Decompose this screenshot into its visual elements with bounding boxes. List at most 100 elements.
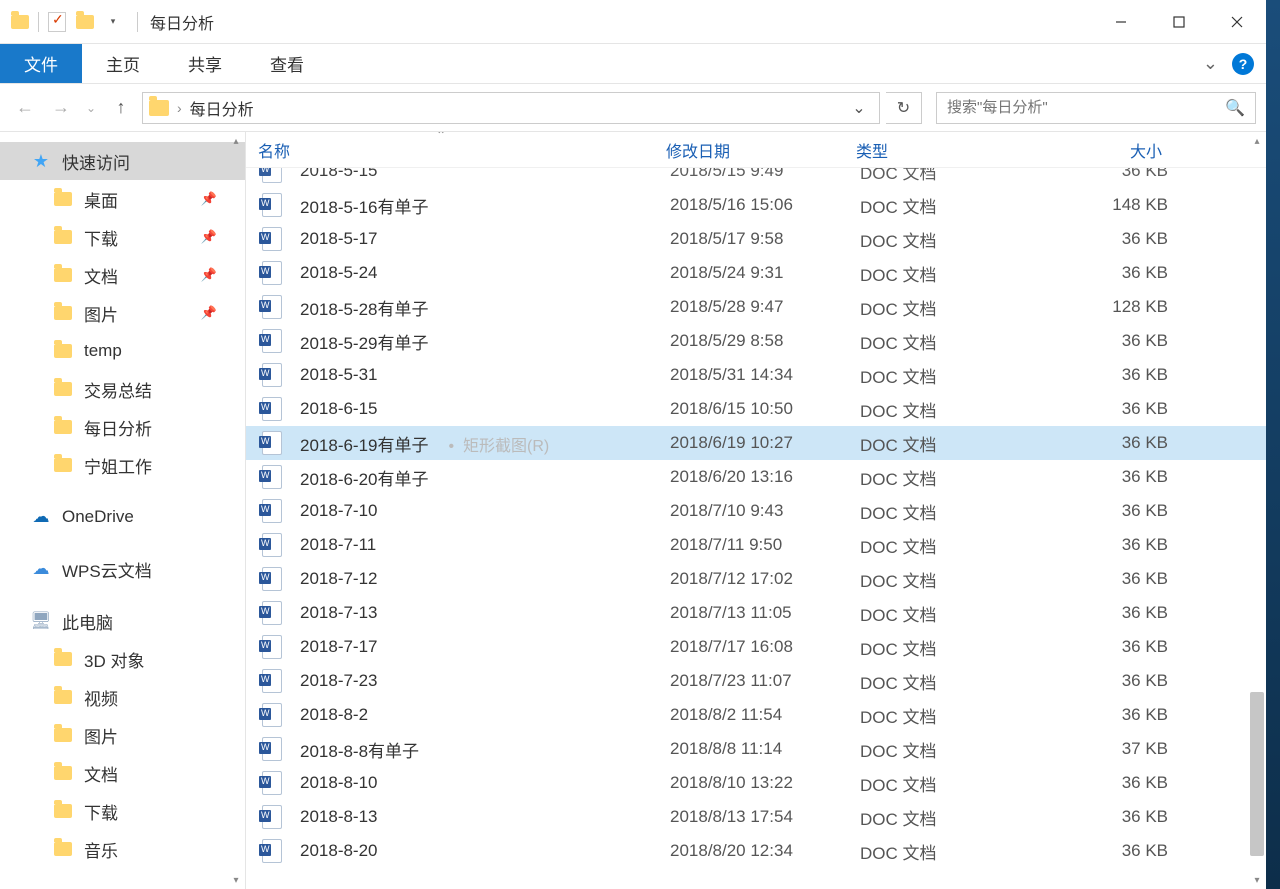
sidebar-quick-access[interactable]: ★ 快速访问 [0,142,245,180]
sidebar-onedrive[interactable]: ☁ OneDrive [0,498,245,536]
qat-properties-icon[interactable] [43,8,71,36]
search-box[interactable]: 🔍 [936,92,1256,124]
file-row[interactable]: 2018-7-12 2018/7/12 17:02 DOC 文档 36 KB [246,562,1266,596]
folder-icon [52,190,74,208]
file-type: DOC 文档 [860,329,1048,354]
col-name[interactable]: 名称 [258,138,666,162]
file-type: DOC 文档 [860,363,1048,388]
nav-up-button[interactable]: ↑ [106,93,136,123]
breadcrumb-current[interactable]: 每日分析 [190,96,254,120]
file-row[interactable]: 2018-8-8有单子 2018/8/8 11:14 DOC 文档 37 KB [246,732,1266,766]
refresh-button[interactable]: ↻ [886,92,922,124]
sidebar-quick-item[interactable]: 宁姐工作 [0,446,245,484]
sidebar-quick-item[interactable]: 桌面 📌 [0,180,245,218]
file-row[interactable]: 2018-8-2 2018/8/2 11:54 DOC 文档 36 KB [246,698,1266,732]
file-row[interactable]: 2018-6-19有单子• 矩形截图(R) 2018/6/19 10:27 DO… [246,426,1266,460]
file-row[interactable]: 2018-8-10 2018/8/10 13:22 DOC 文档 36 KB [246,766,1266,800]
address-dropdown-icon[interactable]: ⌄ [845,98,873,118]
file-row[interactable]: 2018-5-24 2018/5/24 9:31 DOC 文档 36 KB [246,256,1266,290]
file-row[interactable]: 2018-5-16有单子 2018/5/16 15:06 DOC 文档 148 … [246,188,1266,222]
qat-folder2-icon[interactable] [71,8,99,36]
sidebar-quick-item[interactable]: temp [0,332,245,370]
title-divider [137,12,138,32]
sidebar-scrollbar[interactable]: ▴ ▾ [227,132,245,889]
sidebar-pc-item[interactable]: 下载 [0,792,245,830]
pin-icon: 📌 [201,267,217,283]
main-scrollbar[interactable]: ▴ ▾ [1248,132,1266,889]
folder-icon [52,726,74,744]
qat-folder-icon[interactable] [6,8,34,36]
nav-back-button[interactable]: ← [10,93,40,123]
ribbon-tab-view[interactable]: 查看 [246,44,328,83]
ribbon-tab-home[interactable]: 主页 [82,44,164,83]
address-folder-icon [149,100,169,116]
col-size[interactable]: 大小 [1044,138,1176,162]
qat-customize-icon[interactable]: ▾ [99,8,127,36]
sidebar-pc-item[interactable]: 视频 [0,678,245,716]
sidebar-thispc[interactable]: 🖥 此电脑 [0,602,245,640]
file-row[interactable]: 2018-7-13 2018/7/13 11:05 DOC 文档 36 KB [246,596,1266,630]
file-row[interactable]: 2018-5-31 2018/5/31 14:34 DOC 文档 36 KB [246,358,1266,392]
file-row[interactable]: 2018-7-17 2018/7/17 16:08 DOC 文档 36 KB [246,630,1266,664]
ribbon-tab-share[interactable]: 共享 [164,44,246,83]
file-date: 2018/5/16 15:06 [670,195,860,215]
file-date: 2018/7/10 9:43 [670,501,860,521]
help-button[interactable]: ? [1232,53,1254,75]
search-icon[interactable]: 🔍 [1225,98,1245,118]
sidebar-wps[interactable]: ☁ WPS云文档 [0,550,245,588]
file-date: 2018/7/11 9:50 [670,535,860,555]
sidebar-pc-item[interactable]: 文档 [0,754,245,792]
file-size: 36 KB [1048,535,1168,555]
scroll-thumb[interactable] [1250,692,1264,856]
sidebar-pc-item[interactable]: 3D 对象 [0,640,245,678]
file-row[interactable]: 2018-7-23 2018/7/23 11:07 DOC 文档 36 KB [246,664,1266,698]
scroll-down-icon[interactable]: ▾ [227,871,245,889]
file-name: 2018-8-8有单子 [300,737,670,762]
file-row[interactable]: 2018-5-29有单子 2018/5/29 8:58 DOC 文档 36 KB [246,324,1266,358]
sidebar-pc-item[interactable]: 音乐 [0,830,245,868]
sidebar-quick-item[interactable]: 下载 📌 [0,218,245,256]
doc-icon [262,193,286,217]
sidebar-quick-item[interactable]: 每日分析 [0,408,245,446]
close-button[interactable] [1208,0,1266,43]
file-row[interactable]: 2018-5-17 2018/5/17 9:58 DOC 文档 36 KB [246,222,1266,256]
address-bar[interactable]: › 每日分析 ⌄ [142,92,880,124]
file-row[interactable]: 2018-8-20 2018/8/20 12:34 DOC 文档 36 KB [246,834,1266,868]
qat-divider [38,12,39,32]
scroll-up-icon[interactable]: ▴ [227,132,245,150]
doc-icon [262,329,286,353]
file-row[interactable]: 2018-6-15 2018/6/15 10:50 DOC 文档 36 KB [246,392,1266,426]
sidebar-item-label: 每日分析 [84,415,152,440]
folder-icon [52,688,74,706]
file-size: 36 KB [1048,365,1168,385]
folder-icon [52,342,74,360]
file-row[interactable]: 2018-6-20有单子 2018/6/20 13:16 DOC 文档 36 K… [246,460,1266,494]
file-row[interactable]: 2018-8-13 2018/8/13 17:54 DOC 文档 36 KB [246,800,1266,834]
file-row[interactable]: 2018-7-11 2018/7/11 9:50 DOC 文档 36 KB [246,528,1266,562]
doc-icon [262,227,286,251]
col-type[interactable]: 类型 [856,138,1044,162]
col-date[interactable]: 修改日期 [666,138,856,162]
sidebar-item-label: 下载 [84,799,118,824]
file-date: 2018/8/20 12:34 [670,841,860,861]
folder-icon [52,650,74,668]
sidebar-pc-item[interactable]: 图片 [0,716,245,754]
sidebar-quick-item[interactable]: 交易总结 [0,370,245,408]
nav-recent-button[interactable]: ⌄ [82,93,100,123]
file-row[interactable]: 2018-7-10 2018/7/10 9:43 DOC 文档 36 KB [246,494,1266,528]
sidebar-quick-item[interactable]: 文档 📌 [0,256,245,294]
maximize-button[interactable] [1150,0,1208,43]
file-row[interactable]: 2018-5-28有单子 2018/5/28 9:47 DOC 文档 128 K… [246,290,1266,324]
search-input[interactable] [947,99,1225,116]
nav-forward-button[interactable]: → [46,93,76,123]
ribbon-collapse-icon[interactable]: ⌄ [1203,53,1218,74]
ribbon-tab-file[interactable]: 文件 [0,44,82,83]
scroll-down-icon[interactable]: ▾ [1248,871,1266,889]
file-row[interactable]: 2018-5-15 2018/5/15 9:49 DOC 文档 36 KB [246,168,1266,188]
scroll-up-icon[interactable]: ▴ [1248,132,1266,150]
file-name: 2018-6-19有单子• 矩形截图(R) [300,431,670,456]
file-type: DOC 文档 [860,635,1048,660]
minimize-button[interactable] [1092,0,1150,43]
folder-icon [52,840,74,858]
sidebar-quick-item[interactable]: 图片 📌 [0,294,245,332]
